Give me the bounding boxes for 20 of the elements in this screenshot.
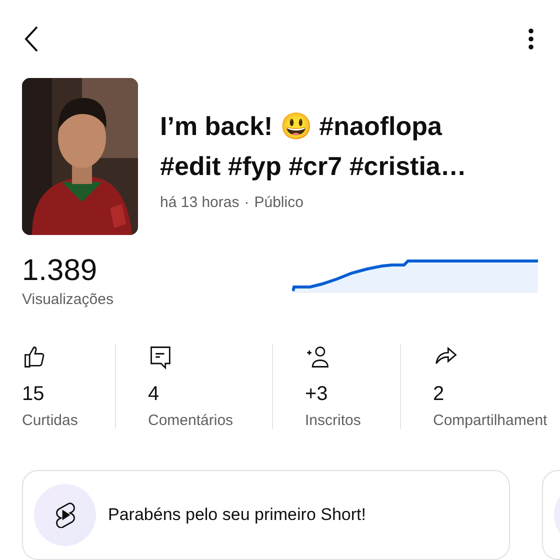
upload-time: há 13 horas bbox=[160, 194, 240, 211]
views-count: 1.389 bbox=[22, 252, 98, 289]
stat-label: Compartilhament bbox=[433, 412, 548, 429]
stat-value: 4 bbox=[148, 382, 160, 406]
card-text: Parabéns pelo seu primeiro Short! bbox=[108, 505, 366, 525]
stat-label: Inscritos bbox=[305, 412, 362, 429]
visibility-label: Público bbox=[254, 194, 304, 211]
views-label: Visualizações bbox=[22, 290, 114, 308]
separator: · bbox=[244, 194, 250, 211]
stat-value: +3 bbox=[305, 382, 329, 406]
video-title: #edit #fyp #cr7 #cristia… bbox=[160, 150, 466, 183]
stat-value: 15 bbox=[22, 382, 46, 406]
add-person-icon bbox=[305, 344, 331, 370]
video-title: I’m back! 😃 #naoflopa bbox=[160, 110, 444, 143]
stat-value: 2 bbox=[433, 382, 446, 406]
shorts-icon bbox=[54, 502, 76, 528]
stat-label: Comentários bbox=[148, 412, 234, 429]
achievement-card[interactable]: Parabéns pelo seu primeiro Short! bbox=[22, 470, 510, 560]
stat-label: Curtidas bbox=[22, 412, 79, 429]
more-options-icon bbox=[528, 28, 534, 50]
